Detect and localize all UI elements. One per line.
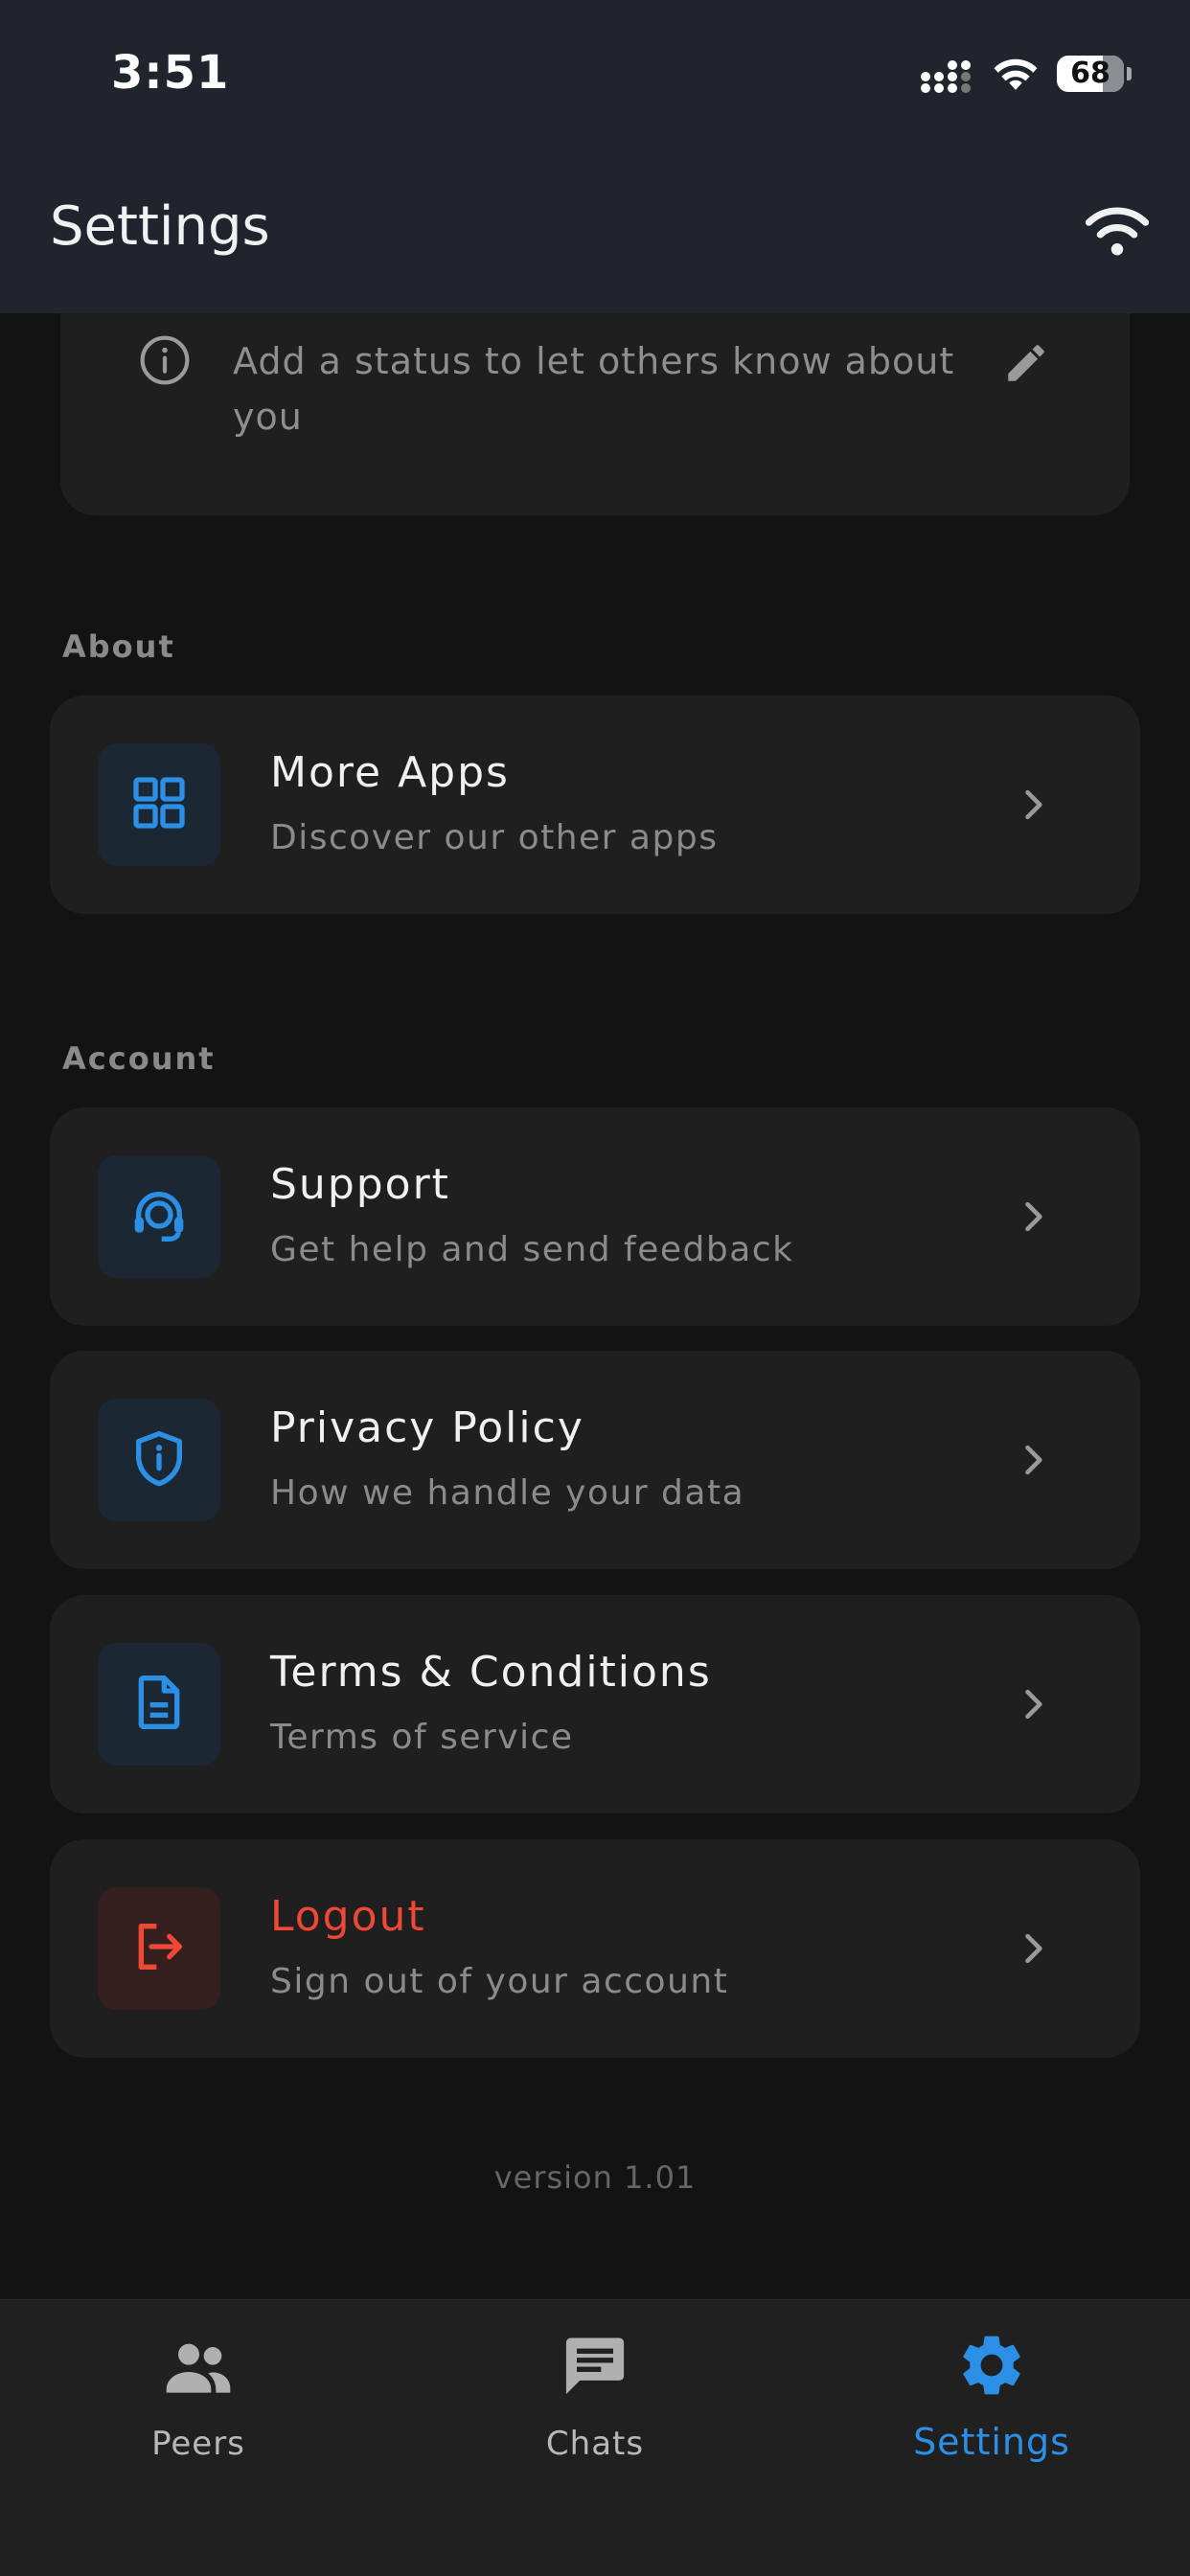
edit-icon[interactable]	[1002, 339, 1050, 391]
privacy-title: Privacy Policy	[270, 1403, 584, 1452]
support-subtitle: Get help and send feedback	[270, 1230, 794, 1269]
bottom-tab-bar: Peers Chats Settings	[0, 2299, 1190, 2576]
status-time: 3:51	[111, 46, 230, 100]
tab-label-settings: Settings	[913, 2421, 1070, 2463]
section-label-about: About	[62, 628, 175, 665]
logout-icon	[128, 1916, 190, 1981]
gear-icon	[955, 2329, 1028, 2405]
privacy-subtitle: How we handle your data	[270, 1473, 745, 1513]
chevron-right-icon	[1012, 1683, 1054, 1729]
grid-icon	[128, 772, 190, 837]
app-header: 3:51 68 Settings	[0, 0, 1190, 313]
chevron-right-icon	[1012, 784, 1054, 830]
row-support[interactable]: Support Get help and send feedback	[50, 1107, 1140, 1326]
document-icon	[128, 1672, 190, 1737]
wifi-icon[interactable]	[1081, 203, 1154, 261]
battery-level: 68	[1070, 57, 1110, 90]
tab-label-chats: Chats	[545, 2425, 645, 2463]
headset-icon	[128, 1184, 190, 1249]
chat-icon	[559, 2329, 631, 2405]
terms-tile	[98, 1643, 220, 1766]
shield-info-icon	[128, 1427, 190, 1493]
logout-tile	[98, 1887, 220, 2010]
chevron-right-icon	[1012, 1196, 1054, 1242]
tab-label-peers: Peers	[151, 2425, 245, 2463]
row-privacy-policy[interactable]: Privacy Policy How we handle your data	[50, 1351, 1140, 1569]
wifi-status-icon	[990, 54, 1041, 98]
support-title: Support	[270, 1160, 450, 1209]
more-apps-title: More Apps	[270, 748, 510, 797]
section-label-account: Account	[62, 1040, 216, 1077]
more-apps-subtitle: Discover our other apps	[270, 818, 719, 857]
battery-cap	[1127, 67, 1132, 80]
page-title: Settings	[50, 195, 270, 258]
terms-subtitle: Terms of service	[270, 1718, 574, 1757]
row-terms[interactable]: Terms & Conditions Terms of service	[50, 1595, 1140, 1813]
terms-title: Terms & Conditions	[270, 1648, 712, 1697]
privacy-tile	[98, 1399, 220, 1521]
app-version: version 1.01	[493, 2159, 697, 2196]
row-logout[interactable]: Logout Sign out of your account	[50, 1839, 1140, 2058]
tab-peers[interactable]: Peers	[0, 2300, 397, 2492]
logout-subtitle: Sign out of your account	[270, 1962, 729, 2001]
settings-content: Add a status to let others know about yo…	[0, 0, 1190, 2299]
battery-indicator: 68	[1057, 56, 1124, 92]
tab-settings[interactable]: Settings	[793, 2300, 1190, 2492]
status-text: Add a status to let others know about yo…	[233, 340, 955, 438]
chevron-right-icon	[1012, 1927, 1054, 1973]
chevron-right-icon	[1012, 1439, 1054, 1485]
tab-chats[interactable]: Chats	[397, 2300, 793, 2492]
more-apps-tile	[98, 743, 220, 866]
row-more-apps[interactable]: More Apps Discover our other apps	[50, 695, 1140, 914]
cellular-signal-icon	[920, 56, 977, 98]
info-icon	[138, 333, 192, 391]
logout-title: Logout	[270, 1892, 426, 1941]
support-tile	[98, 1155, 220, 1278]
people-icon	[160, 2329, 237, 2409]
status-bar: 3:51 68	[0, 0, 1190, 144]
